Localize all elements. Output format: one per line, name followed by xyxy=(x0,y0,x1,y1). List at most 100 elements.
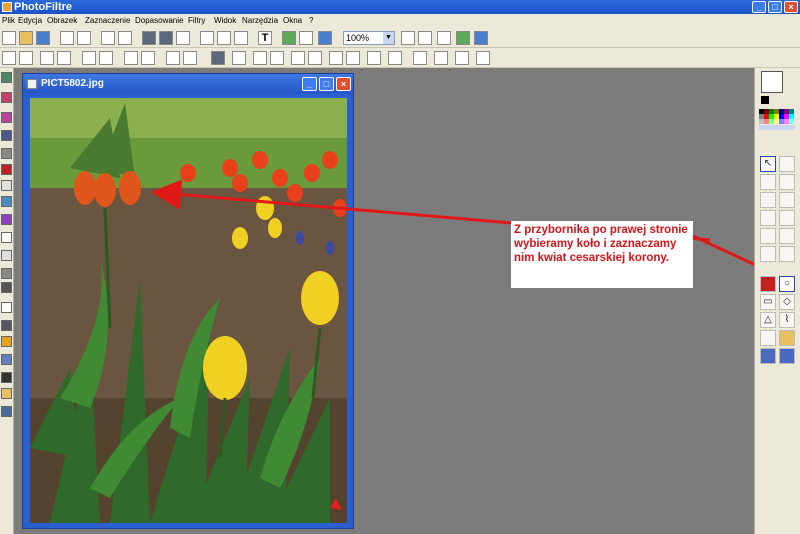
magic-wand-icon[interactable] xyxy=(760,174,776,190)
selection-color-icon[interactable] xyxy=(760,276,776,292)
blur-drop-icon[interactable] xyxy=(760,228,776,244)
save-selection-icon[interactable] xyxy=(760,348,776,364)
transparency-icon[interactable] xyxy=(434,51,448,65)
ellipse-selection-tool[interactable]: ○ xyxy=(779,276,795,292)
paste-new-icon[interactable] xyxy=(200,31,214,45)
rotate-left-icon[interactable] xyxy=(329,51,343,65)
palette-icon[interactable] xyxy=(1,336,12,347)
full-screen-icon[interactable] xyxy=(474,31,488,45)
grayscale-icon[interactable] xyxy=(211,51,225,65)
color-picker-icon[interactable] xyxy=(1,112,12,123)
rounded-rect-selection-tool[interactable]: ▭ xyxy=(760,294,776,310)
fit-window-icon[interactable] xyxy=(456,31,470,45)
redo-icon[interactable] xyxy=(118,31,132,45)
menu-plik[interactable]: Plik xyxy=(2,14,15,28)
hand-icon[interactable] xyxy=(779,246,795,262)
menu-dopasowanie[interactable]: Dopasowanie xyxy=(135,14,183,28)
new-file-icon[interactable] xyxy=(2,31,16,45)
menu-okna[interactable]: Okna xyxy=(283,14,302,28)
grid-icon[interactable] xyxy=(1,148,12,159)
stamp-icon[interactable] xyxy=(760,246,776,262)
chevron-down-icon[interactable]: ▼ xyxy=(383,32,394,44)
cut-icon[interactable] xyxy=(142,31,156,45)
print-icon[interactable] xyxy=(60,31,74,45)
copy-icon[interactable] xyxy=(159,31,173,45)
maximize-button[interactable]: □ xyxy=(768,1,782,13)
spray-icon[interactable] xyxy=(779,192,795,208)
polygon-selection-icon[interactable] xyxy=(760,330,776,346)
zoom-out-icon[interactable] xyxy=(418,31,432,45)
image-size-icon[interactable] xyxy=(217,31,231,45)
browser-icon[interactable] xyxy=(318,31,332,45)
doc-maximize-button[interactable]: □ xyxy=(319,77,334,91)
brightness-up-icon[interactable] xyxy=(40,51,54,65)
auto-levels-icon[interactable] xyxy=(2,51,16,65)
sharpen-icon[interactable] xyxy=(270,51,284,65)
rotate-right-icon[interactable] xyxy=(346,51,360,65)
folder-icon[interactable] xyxy=(1,388,12,399)
frame-icon[interactable] xyxy=(413,51,427,65)
flip-horizontal-icon[interactable] xyxy=(291,51,305,65)
crop-icon[interactable] xyxy=(388,51,402,65)
menu-zaznaczenie[interactable]: Zaznaczenie xyxy=(85,14,130,28)
fill-bucket-icon[interactable] xyxy=(760,192,776,208)
close-button[interactable]: × xyxy=(784,1,798,13)
texture-icon[interactable] xyxy=(1,268,12,279)
disk-icon[interactable] xyxy=(1,372,12,383)
lasso-selection-tool[interactable]: ⌇ xyxy=(779,312,795,328)
contrast-up-icon[interactable] xyxy=(82,51,96,65)
save-icon[interactable] xyxy=(36,31,50,45)
print-tool-icon[interactable] xyxy=(1,406,12,417)
compare-icon[interactable] xyxy=(476,51,490,65)
effect-brush-icon[interactable] xyxy=(779,210,795,226)
text-tool-icon[interactable]: T xyxy=(258,31,272,45)
menu-edycja[interactable]: Edycja xyxy=(18,14,42,28)
filter-settings-icon[interactable] xyxy=(299,31,313,45)
color-palette[interactable] xyxy=(759,109,797,131)
brightness-down-icon[interactable] xyxy=(57,51,71,65)
frame-effect-icon[interactable] xyxy=(1,282,12,293)
photo-canvas[interactable] xyxy=(30,98,347,523)
effect-icon[interactable] xyxy=(1,214,12,225)
menu-widok[interactable]: Widok xyxy=(214,14,236,28)
gamma-up-icon[interactable] xyxy=(166,51,180,65)
diamond-selection-tool[interactable]: ◇ xyxy=(779,294,795,310)
blur-icon[interactable] xyxy=(253,51,267,65)
mask-icon[interactable] xyxy=(1,92,12,103)
paste-icon[interactable] xyxy=(176,31,190,45)
menu-narzedzia[interactable]: Narzędzia xyxy=(242,14,278,28)
menu-help[interactable]: ? xyxy=(309,14,313,28)
contrast-down-icon[interactable] xyxy=(99,51,113,65)
canvas-size-icon[interactable] xyxy=(234,31,248,45)
undo-icon[interactable] xyxy=(101,31,115,45)
line-icon[interactable] xyxy=(779,174,795,190)
open-folder-icon[interactable] xyxy=(19,31,33,45)
layer-icon[interactable] xyxy=(1,72,12,83)
flip-vertical-icon[interactable] xyxy=(308,51,322,65)
ptc-icon[interactable] xyxy=(1,302,12,313)
sepia-icon[interactable] xyxy=(232,51,246,65)
paintbrush-icon[interactable] xyxy=(760,210,776,226)
actual-size-icon[interactable] xyxy=(437,31,451,45)
histogram-icon[interactable] xyxy=(1,354,12,365)
triangle-selection-tool[interactable]: △ xyxy=(760,312,776,328)
print-preview-icon[interactable] xyxy=(77,31,91,45)
brush-icon[interactable] xyxy=(1,232,12,243)
gradient-icon[interactable] xyxy=(1,196,12,207)
eyedropper-icon[interactable] xyxy=(779,156,795,172)
invert-selection-icon[interactable] xyxy=(779,348,795,364)
star-icon[interactable] xyxy=(1,164,12,175)
doc-minimize-button[interactable]: _ xyxy=(302,77,317,91)
document-title-bar[interactable]: PICT5802.jpg _ □ × xyxy=(23,74,353,94)
background-color-swatch[interactable] xyxy=(761,96,769,104)
foreground-color-swatch[interactable] xyxy=(761,71,783,93)
saturation-up-icon[interactable] xyxy=(124,51,138,65)
camera-icon[interactable] xyxy=(1,130,12,141)
menu-obrazek[interactable]: Obrazek xyxy=(47,14,77,28)
open-selection-icon[interactable] xyxy=(779,330,795,346)
pointer-tool[interactable]: ↖ xyxy=(760,156,776,172)
document-icon[interactable] xyxy=(1,180,12,191)
zoom-in-icon[interactable] xyxy=(401,31,415,45)
saturation-down-icon[interactable] xyxy=(141,51,155,65)
smudge-icon[interactable] xyxy=(779,228,795,244)
